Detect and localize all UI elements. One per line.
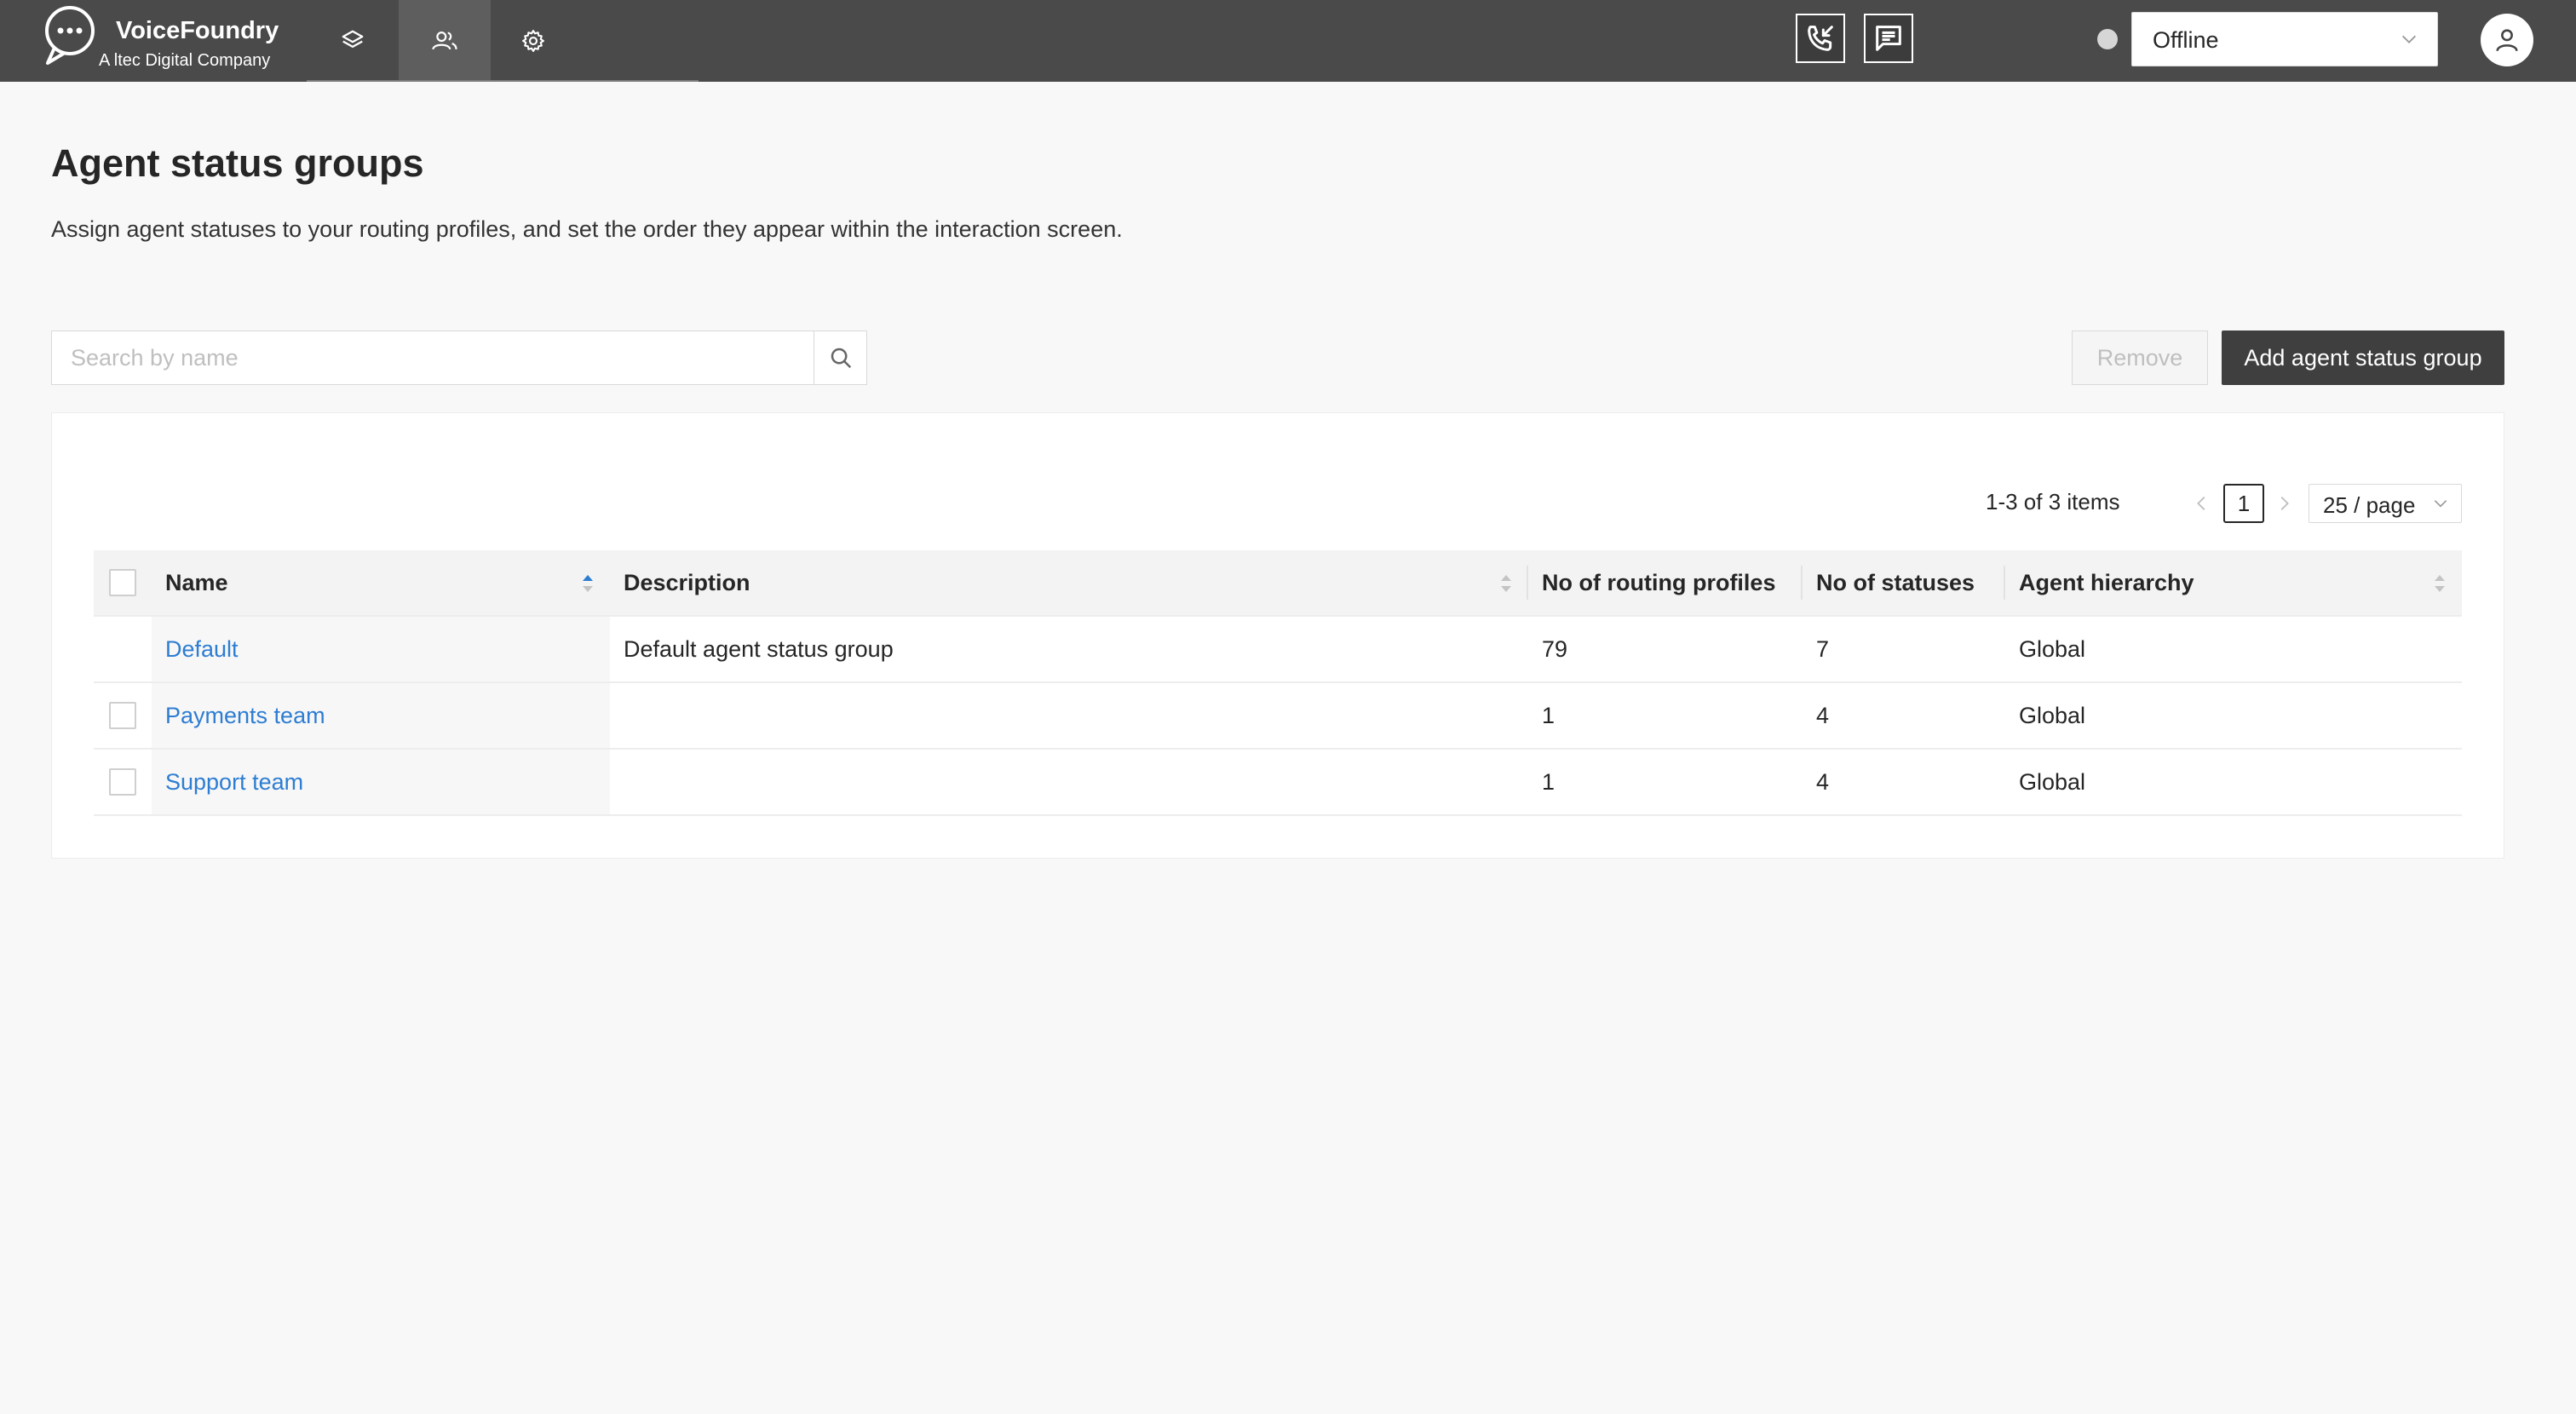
group-name-link[interactable]: Support team [165,769,303,796]
chevron-down-icon [2402,35,2416,43]
page-size-select[interactable]: 25 / page [2309,484,2462,523]
nav-item-flows[interactable] [320,0,385,82]
table-row[interactable]: Support team 1 4 Global [94,750,2462,816]
column-header-agent-hierarchy[interactable]: Agent hierarchy [2005,550,2462,615]
row-name-cell: Support team [152,750,610,814]
select-all-cell [94,550,152,615]
column-header-agent-hierarchy-label: Agent hierarchy [2019,569,2194,595]
presence-indicator [2097,29,2118,49]
chat-button[interactable] [1864,14,1913,63]
table-row[interactable]: Default Default agent status group 79 7 … [94,617,2462,683]
row-routing-profiles: 1 [1542,702,1555,728]
row-agent-hierarchy: Global [2019,635,2086,662]
sort-icon[interactable] [2433,572,2447,595]
remove-button[interactable]: Remove [2072,331,2208,385]
incoming-call-button[interactable] [1796,14,1845,63]
row-statuses: 4 [1816,768,1830,795]
column-header-routing-profiles: No of routing profiles [1528,550,1803,615]
row-statuses: 4 [1816,702,1830,728]
add-agent-status-group-button[interactable]: Add agent status group [2222,331,2504,385]
row-routing-profiles: 1 [1542,768,1555,795]
column-header-name-label: Name [165,569,228,595]
search-button[interactable] [814,331,866,384]
row-name-cell: Default [152,617,610,681]
row-agent-hierarchy: Global [2019,768,2086,795]
layers-icon [342,30,364,48]
brand-name: VoiceFoundry [116,17,279,44]
row-statuses: 7 [1816,635,1830,662]
group-name-link[interactable]: Default [165,636,239,663]
agent-status-value: Offline [2153,27,2219,53]
users-icon [432,32,457,50]
chevron-down-icon [2434,500,2447,508]
sort-icon[interactable] [1499,572,1513,595]
pagination-total: 1-3 of 3 items [1986,489,2120,514]
column-header-description[interactable]: Description [610,550,1528,615]
row-agent-hierarchy: Global [2019,702,2086,728]
brand-logo[interactable]: VoiceFoundry A ltec Digital Company [39,3,295,78]
search-input[interactable] [52,331,814,384]
user-icon [2496,29,2518,52]
sort-ascending-icon[interactable] [581,572,595,595]
row-select-cell [94,750,152,814]
group-name-link[interactable]: Payments team [165,703,325,729]
page-description: Assign agent statuses to your routing pr… [51,216,1123,242]
user-avatar-button[interactable] [2481,14,2533,66]
brand-tagline: A ltec Digital Company [99,51,271,70]
previous-page-icon[interactable] [2193,492,2211,514]
table-header-row: Name Description No of routing profiles … [94,550,2462,617]
page-title: Agent status groups [51,141,424,185]
row-description [610,750,1528,814]
search-box [51,331,867,385]
next-page-icon[interactable] [2274,492,2293,514]
nav-active-indicator [307,80,699,82]
gear-icon [522,30,544,52]
agent-status-select[interactable]: Offline [2131,12,2438,66]
select-all-checkbox[interactable] [109,569,136,596]
column-header-statuses: No of statuses [1803,550,2005,615]
table-row[interactable]: Payments team 1 4 Global [94,683,2462,750]
column-header-statuses-label: No of statuses [1816,569,1975,595]
agent-status-groups-table: Name Description No of routing profiles … [94,550,2462,816]
pagination-page-1[interactable]: 1 [2223,484,2264,523]
page-size-value: 25 / page [2323,492,2416,518]
row-routing-profiles: 79 [1542,635,1568,662]
search-icon [831,348,851,369]
speech-bubble-logo-icon [45,6,95,65]
column-header-name[interactable]: Name [152,550,610,615]
top-navigation-bar: VoiceFoundry A ltec Digital Company Offl… [0,0,2576,82]
row-description [610,683,1528,748]
row-select-cell [94,683,152,748]
chat-icon [1876,26,1901,51]
row-name-cell: Payments team [152,683,610,748]
row-select-cell [94,617,152,681]
nav-item-settings[interactable] [503,0,564,82]
column-header-description-label: Description [624,569,750,595]
incoming-call-icon [1808,26,1833,51]
row-checkbox[interactable] [109,768,136,796]
column-header-routing-profiles-label: No of routing profiles [1542,569,1776,595]
row-checkbox[interactable] [109,702,136,729]
row-description: Default agent status group [624,635,894,662]
nav-item-users[interactable] [399,0,491,82]
